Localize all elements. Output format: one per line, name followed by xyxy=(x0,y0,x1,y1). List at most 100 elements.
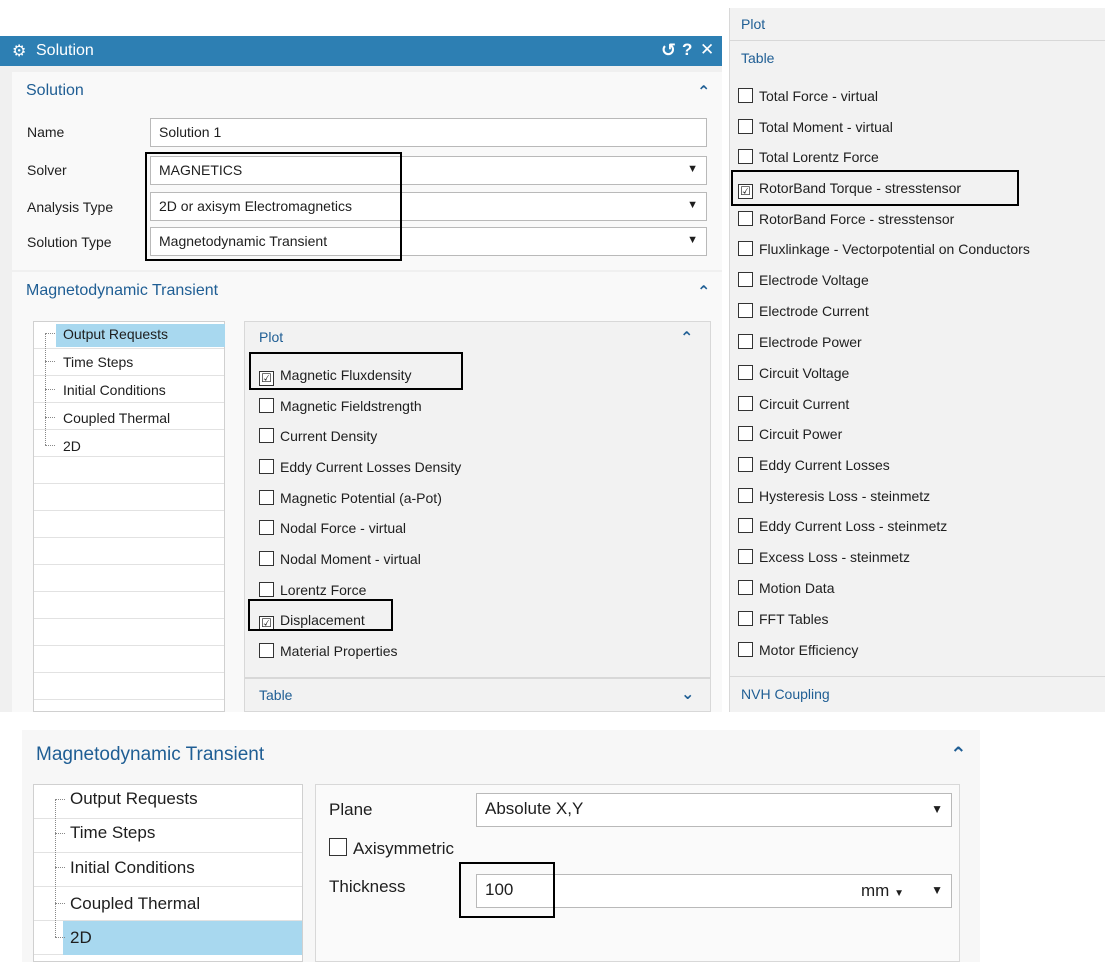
nvh-coupling-heading[interactable]: NVH Coupling xyxy=(741,686,830,702)
dropdown-arrow-icon: ▼ xyxy=(931,883,943,897)
unit-selector[interactable]: mm ▼ xyxy=(861,881,904,901)
table-item[interactable]: FFT Tables xyxy=(738,611,829,627)
tree-item-coupled-thermal[interactable]: Coupled Thermal xyxy=(63,410,170,426)
solution-section-heading[interactable]: Solution xyxy=(26,82,84,100)
checkbox[interactable] xyxy=(738,88,753,103)
right-table-heading[interactable]: Table xyxy=(741,50,774,66)
checkbox[interactable] xyxy=(738,272,753,287)
transient-section-heading[interactable]: Magnetodynamic Transient xyxy=(26,282,218,300)
close-icon[interactable]: ✕ xyxy=(700,40,714,60)
tree-item-2d[interactable]: 2D xyxy=(70,928,92,948)
checkbox[interactable] xyxy=(738,119,753,134)
checkbox[interactable] xyxy=(738,642,753,657)
plot-item[interactable]: Magnetic Fieldstrength xyxy=(259,398,422,414)
table-item[interactable]: Hysteresis Loss - steinmetz xyxy=(738,488,930,504)
plot-item[interactable]: Current Density xyxy=(259,428,377,444)
solution-type-label: Solution Type xyxy=(27,234,112,250)
axisymmetric-checkbox[interactable] xyxy=(329,838,347,856)
name-field[interactable]: Solution 1 xyxy=(150,118,707,147)
checkbox[interactable] xyxy=(738,303,753,318)
table-item[interactable]: Circuit Power xyxy=(738,426,842,442)
table-group-header[interactable]: Table ⌄ xyxy=(244,678,711,712)
table-item[interactable]: Fluxlinkage - Vectorpotential on Conduct… xyxy=(738,241,1030,257)
tree-item-initial-conditions[interactable]: Initial Conditions xyxy=(63,382,166,398)
table-item-label: Electrode Voltage xyxy=(759,272,869,288)
checkbox[interactable] xyxy=(738,396,753,411)
table-item[interactable]: Total Moment - virtual xyxy=(738,119,893,135)
checkbox[interactable] xyxy=(738,488,753,503)
collapse-chevron-icon[interactable]: ⌃ xyxy=(680,328,693,348)
plane-label: Plane xyxy=(329,800,373,819)
tree-item-time-steps[interactable]: Time Steps xyxy=(63,354,133,370)
plot-heading[interactable]: Plot xyxy=(259,329,283,345)
tree-item-time-steps[interactable]: Time Steps xyxy=(70,823,155,843)
checkbox[interactable] xyxy=(738,457,753,472)
table-item[interactable]: Electrode Current xyxy=(738,303,869,319)
highlight-box xyxy=(249,352,463,390)
checkbox[interactable] xyxy=(738,426,753,441)
table-item-label: Eddy Current Losses xyxy=(759,457,890,473)
tree-item-output-requests[interactable]: Output Requests xyxy=(63,326,168,342)
checkbox[interactable] xyxy=(259,459,274,474)
checkbox[interactable] xyxy=(259,551,274,566)
collapse-chevron-icon[interactable]: ⌃ xyxy=(950,742,967,767)
table-item[interactable]: Circuit Current xyxy=(738,396,849,412)
checkbox[interactable] xyxy=(259,490,274,505)
checkbox[interactable] xyxy=(259,582,274,597)
tree-selected-bg xyxy=(63,921,302,955)
checkbox[interactable] xyxy=(738,241,753,256)
checkbox[interactable] xyxy=(738,611,753,626)
plot-item[interactable]: Material Properties xyxy=(259,643,398,659)
reset-icon[interactable]: ↺ xyxy=(661,40,676,61)
plot-item-label: Nodal Moment - virtual xyxy=(280,551,421,567)
table-item[interactable]: Excess Loss - steinmetz xyxy=(738,549,910,565)
table-item[interactable]: Eddy Current Losses xyxy=(738,457,890,473)
plot-item-label: Eddy Current Losses Density xyxy=(280,459,462,475)
table-item[interactable]: Motor Efficiency xyxy=(738,642,858,658)
dialog-title-bar: ⚙ Solution ↺ ? ✕ xyxy=(0,36,722,66)
checkbox[interactable] xyxy=(738,518,753,533)
tree-item-coupled-thermal[interactable]: Coupled Thermal xyxy=(70,894,200,914)
right-plot-heading[interactable]: Plot xyxy=(741,16,765,32)
table-item[interactable]: RotorBand Force - stresstensor xyxy=(738,211,954,227)
thickness-unit: mm xyxy=(861,881,890,900)
table-item-label: RotorBand Force - stresstensor xyxy=(759,211,955,227)
plot-item[interactable]: Nodal Moment - virtual xyxy=(259,551,421,567)
checkbox[interactable] xyxy=(259,398,274,413)
collapse-chevron-icon[interactable]: ⌃ xyxy=(697,82,710,102)
checkbox[interactable] xyxy=(738,580,753,595)
table-item[interactable]: Total Force - virtual xyxy=(738,88,878,104)
gear-icon: ⚙ xyxy=(12,43,27,60)
checkbox[interactable] xyxy=(738,211,753,226)
tree-item-output-requests[interactable]: Output Requests xyxy=(70,789,198,809)
table-item[interactable]: Motion Data xyxy=(738,580,834,596)
plane-dropdown[interactable]: Absolute X,Y ▼ xyxy=(476,793,952,827)
plot-item[interactable]: Nodal Force - virtual xyxy=(259,520,406,536)
table-item[interactable]: Circuit Voltage xyxy=(738,365,849,381)
checkbox[interactable] xyxy=(738,365,753,380)
plot-item[interactable]: Magnetic Potential (a-Pot) xyxy=(259,490,442,506)
table-item[interactable]: Electrode Voltage xyxy=(738,272,869,288)
highlight-box xyxy=(145,152,402,261)
highlight-box xyxy=(459,862,555,918)
table-item-label: Fluxlinkage - Vectorpotential on Conduct… xyxy=(759,241,1030,257)
checkbox[interactable] xyxy=(738,549,753,564)
collapse-chevron-icon[interactable]: ⌃ xyxy=(697,282,710,302)
checkbox[interactable] xyxy=(259,520,274,535)
axisymmetric-checkbox-row[interactable]: Axisymmetric xyxy=(329,838,454,859)
tree-item-initial-conditions[interactable]: Initial Conditions xyxy=(70,858,195,878)
dialog-title: Solution xyxy=(36,42,94,59)
bottom-section-heading[interactable]: Magnetodynamic Transient xyxy=(36,744,264,766)
plot-item[interactable]: Eddy Current Losses Density xyxy=(259,459,461,475)
table-item[interactable]: Eddy Current Loss - steinmetz xyxy=(738,518,947,534)
checkbox[interactable] xyxy=(738,149,753,164)
checkbox[interactable] xyxy=(259,643,274,658)
checkbox[interactable] xyxy=(259,428,274,443)
plot-item[interactable]: Lorentz Force xyxy=(259,582,366,598)
plot-item-label: Lorentz Force xyxy=(280,582,367,598)
table-item[interactable]: Total Lorentz Force xyxy=(738,149,879,165)
tree-item-2d[interactable]: 2D xyxy=(63,438,81,454)
help-icon[interactable]: ? xyxy=(682,40,692,60)
checkbox[interactable] xyxy=(738,334,753,349)
table-item[interactable]: Electrode Power xyxy=(738,334,862,350)
